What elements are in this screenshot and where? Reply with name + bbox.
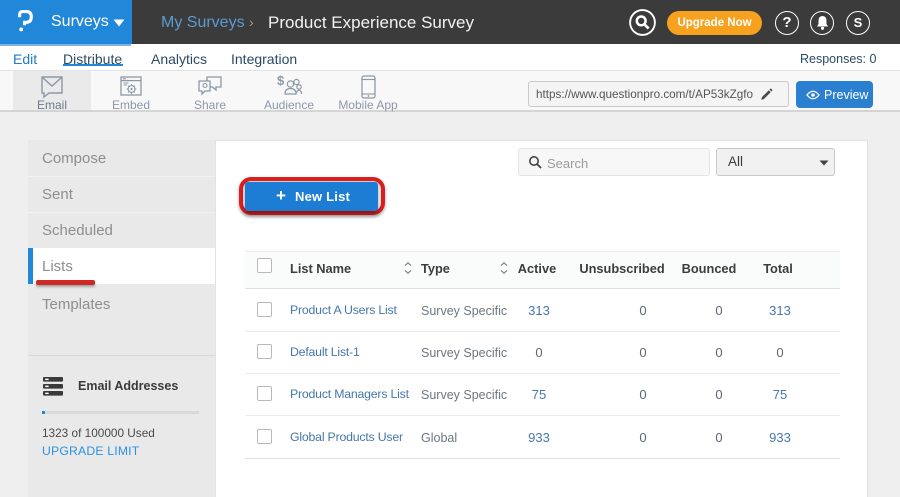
svg-text:$: $ [277, 74, 285, 88]
